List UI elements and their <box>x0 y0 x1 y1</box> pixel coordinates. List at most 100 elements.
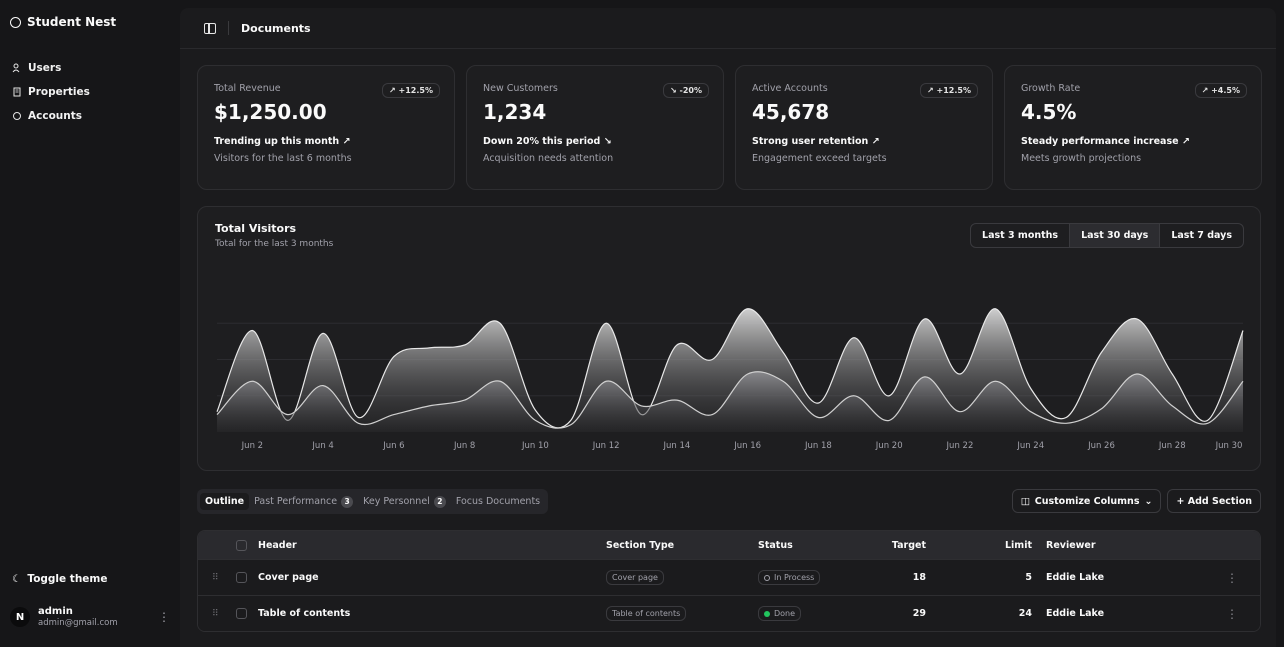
x-tick-label: Jun 28 <box>1158 441 1186 451</box>
divider <box>228 21 229 35</box>
x-tick-label: Jun 4 <box>311 441 333 451</box>
range-3-months[interactable]: Last 3 months <box>971 224 1071 247</box>
col-section-type: Section Type <box>606 539 675 551</box>
row-checkbox[interactable] <box>236 572 247 583</box>
tab-label: Focus Documents <box>455 496 541 507</box>
sidebar-item-properties[interactable]: Properties <box>12 80 90 104</box>
brand[interactable]: Student Nest <box>10 15 116 29</box>
row-header[interactable]: Table of contents <box>258 608 606 619</box>
stat-badge: ↗ +12.5% <box>920 83 978 98</box>
avatar: N <box>10 607 30 627</box>
range-30-days[interactable]: Last 30 days <box>1070 224 1161 247</box>
drag-handle-icon[interactable]: ⠿ <box>198 609 236 619</box>
brand-name: Student Nest <box>27 15 117 29</box>
stat-value: 4.5% <box>1021 100 1077 124</box>
row-header[interactable]: Cover page <box>258 572 606 583</box>
table-row[interactable]: ⠿ Cover page Cover page In Process 18 5 … <box>198 559 1260 595</box>
col-limit: Limit <box>1004 539 1032 551</box>
status-badge: Done <box>758 606 802 621</box>
add-section-button[interactable]: + Add Section <box>1167 489 1261 513</box>
more-vertical-icon[interactable]: ⋮ <box>158 610 170 624</box>
tab-past-performance[interactable]: Past Performance 3 <box>249 493 358 511</box>
stat-card: New Customers 1,234 ↘ -20% Down 20% this… <box>466 65 724 190</box>
section-type-badge: Cover page <box>606 570 664 585</box>
stat-cards: Total Revenue $1,250.00 ↗ +12.5% Trendin… <box>197 65 1262 190</box>
sidebar-toggle-icon[interactable] <box>204 22 216 34</box>
tab-count: 2 <box>433 495 446 508</box>
stat-trend: Down 20% this period ↘ <box>483 136 612 147</box>
toggle-theme-button[interactable]: ☾ Toggle theme <box>12 573 108 585</box>
x-tick-label: Jun 26 <box>1087 441 1115 451</box>
account-icon <box>13 112 21 120</box>
sections-table: Header Section Type Status Target Limit … <box>197 530 1261 632</box>
section-tabs: Outline Past Performance 3 Key Personnel 2… <box>197 489 549 514</box>
stat-card: Growth Rate 4.5% ↗ +4.5% Steady performa… <box>1004 65 1262 190</box>
stat-card: Total Revenue $1,250.00 ↗ +12.5% Trendin… <box>197 65 455 190</box>
row-limit[interactable]: 24 <box>966 608 1046 619</box>
stat-trend: Strong user retention ↗ <box>752 136 880 147</box>
status-label: In Process <box>774 573 815 582</box>
x-tick-label: Jun 16 <box>733 441 761 451</box>
stat-badge: ↘ -20% <box>663 83 709 98</box>
sidebar: Student Nest Users Properties Accounts ☾… <box>0 0 180 647</box>
logo-icon <box>10 16 21 28</box>
stat-badge: ↗ +12.5% <box>382 83 440 98</box>
x-tick-label: Jun 10 <box>521 441 549 451</box>
chevron-down-icon: ⌄ <box>1144 495 1153 507</box>
chart-x-ticks: Jun 2 Jun 4 Jun 6 Jun 8 Jun 10 Jun 12 Jun 14 Ju… <box>241 441 1243 451</box>
section-type-badge: Table of contents <box>606 606 687 621</box>
row-reviewer[interactable]: Eddie Lake <box>1046 572 1226 583</box>
sidebar-item-label: Properties <box>28 86 90 98</box>
columns-icon: ◫ <box>1020 495 1030 507</box>
users-icon <box>12 63 20 73</box>
theme-icon: ☾ <box>12 573 22 585</box>
col-status: Status <box>758 539 793 551</box>
x-tick-label: Jun 20 <box>875 441 903 451</box>
x-tick-label: Jun 12 <box>592 441 620 451</box>
more-vertical-icon[interactable]: ⋮ <box>1226 607 1246 621</box>
user-menu[interactable]: N admin admin@gmail.com ⋮ <box>10 606 170 628</box>
status-badge: In Process <box>758 570 821 585</box>
sidebar-item-label: Users <box>28 62 62 74</box>
x-tick-label: Jun 18 <box>804 441 832 451</box>
row-reviewer[interactable]: Eddie Lake <box>1046 608 1226 619</box>
tab-label: Past Performance <box>254 496 338 507</box>
row-target[interactable]: 18 <box>866 572 966 583</box>
chart-areas <box>216 308 1244 432</box>
stat-card: Active Accounts 45,678 ↗ +12.5% Strong u… <box>735 65 993 190</box>
stat-value: 1,234 <box>483 100 547 124</box>
tab-key-personnel[interactable]: Key Personnel 2 <box>358 493 451 511</box>
customize-columns-button[interactable]: ◫ Customize Columns ⌄ <box>1011 489 1162 513</box>
stat-value: 45,678 <box>752 100 830 124</box>
toggle-theme-label: Toggle theme <box>27 573 108 585</box>
row-target[interactable]: 29 <box>866 608 966 619</box>
table-actions: ◫ Customize Columns ⌄ + Add Section <box>1011 489 1261 513</box>
more-vertical-icon[interactable]: ⋮ <box>1226 571 1246 585</box>
range-7-days[interactable]: Last 7 days <box>1160 224 1243 247</box>
user-name: admin <box>38 606 73 617</box>
sidebar-item-users[interactable]: Users <box>12 56 90 80</box>
building-icon <box>13 87 21 97</box>
select-all-checkbox[interactable] <box>236 539 247 551</box>
x-tick-label: Jun 2 <box>241 441 263 451</box>
user-email: admin@gmail.com <box>38 618 118 628</box>
row-limit[interactable]: 5 <box>966 572 1046 583</box>
sidebar-item-accounts[interactable]: Accounts <box>12 104 90 128</box>
row-checkbox[interactable] <box>236 608 247 619</box>
drag-handle-icon[interactable]: ⠿ <box>198 573 236 583</box>
stat-sub: Acquisition needs attention <box>483 153 614 164</box>
visitors-area-chart: Jun 2 Jun 4 Jun 6 Jun 8 Jun 10 Jun 12 Jun 14 Ju… <box>216 308 1244 451</box>
table-row[interactable]: ⠿ Table of contents Table of contents Do… <box>198 595 1260 631</box>
tab-outline[interactable]: Outline <box>200 493 250 510</box>
chart-title: Total Visitors <box>215 222 297 235</box>
stat-trend: Trending up this month ↗ <box>214 136 351 147</box>
stat-sub: Meets growth projections <box>1021 153 1142 164</box>
chart-subtitle: Total for the last 3 months <box>215 239 334 249</box>
col-header: Header <box>258 539 297 551</box>
stat-value: $1,250.00 <box>214 100 327 124</box>
x-tick-label: Jun 22 <box>946 441 974 451</box>
tab-focus-documents[interactable]: Focus Documents <box>451 493 545 510</box>
range-toggle: Last 3 months Last 30 days Last 7 days <box>970 223 1244 248</box>
x-tick-label: Jun 24 <box>1016 441 1044 451</box>
add-section-label: + Add Section <box>1176 495 1252 507</box>
